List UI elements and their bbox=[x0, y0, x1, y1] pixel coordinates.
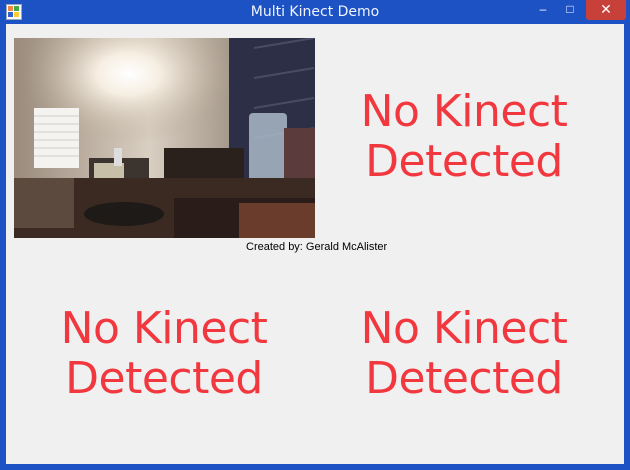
no-kinect-line2: Detected bbox=[65, 353, 263, 404]
maximize-button[interactable]: □ bbox=[558, 0, 582, 20]
no-kinect-line1: No Kinect bbox=[60, 303, 268, 354]
close-button[interactable]: ✕ bbox=[586, 0, 626, 20]
credit-label: Created by: Gerald McAlister bbox=[246, 241, 388, 253]
no-kinect-line1: No Kinect bbox=[360, 303, 568, 354]
no-kinect-panel-top-right: No Kinect Detected bbox=[314, 87, 614, 187]
title-bar[interactable]: Multi Kinect Demo – □ ✕ bbox=[0, 0, 630, 24]
no-kinect-panel-bottom-right: No Kinect Detected bbox=[314, 304, 614, 404]
camera-image bbox=[14, 38, 315, 238]
no-kinect-line2: Detected bbox=[365, 353, 563, 404]
kinect-camera-feed bbox=[14, 38, 315, 238]
client-area: No Kinect Detected Created by: Gerald Mc… bbox=[6, 24, 624, 464]
no-kinect-line2: Detected bbox=[365, 136, 563, 187]
no-kinect-panel-bottom-left: No Kinect Detected bbox=[14, 304, 314, 404]
app-window: Multi Kinect Demo – □ ✕ No Kinect Detect… bbox=[0, 0, 630, 470]
minimize-button[interactable]: – bbox=[531, 0, 555, 20]
no-kinect-line1: No Kinect bbox=[360, 86, 568, 137]
